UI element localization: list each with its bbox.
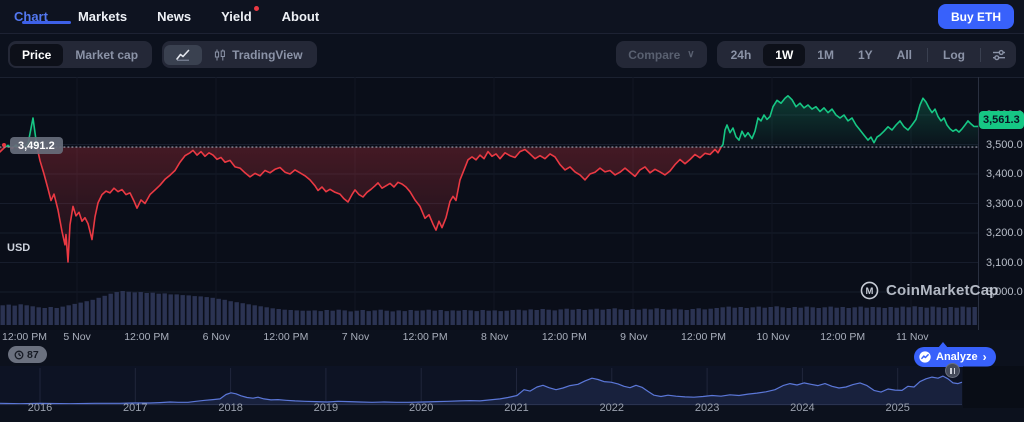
chevron-down-icon: ∨ <box>687 49 694 60</box>
minimap-year-tick: 2017 <box>123 402 147 414</box>
minimap-year-tick: 2024 <box>790 402 814 414</box>
minimap-year-tick: 2022 <box>600 402 624 414</box>
coinmarketcap-logo-icon: M <box>860 281 879 300</box>
baseline-marker-dot <box>2 143 6 147</box>
tab-chart[interactable]: Chart <box>14 9 48 24</box>
range-toggle: 24h 1W 1M 1Y All Log <box>717 41 1016 68</box>
range-24h-button[interactable]: 24h <box>719 44 764 66</box>
minimap-year-tick: 2018 <box>218 402 242 414</box>
minimap-year-tick: 2025 <box>885 402 909 414</box>
compare-dropdown[interactable]: Compare ∨ <box>616 41 706 68</box>
handle-grip <box>954 368 956 374</box>
watermark: M CoinMarketCap <box>860 281 999 300</box>
handle-grip <box>950 368 952 374</box>
yield-notification-dot <box>254 6 259 11</box>
x-axis-tick: 10 Nov <box>756 331 789 343</box>
buy-eth-button[interactable]: Buy ETH <box>938 4 1014 29</box>
x-axis-tick: 6 Nov <box>203 331 230 343</box>
sliders-icon <box>992 49 1006 61</box>
x-axis-tick: 11 Nov <box>896 331 929 343</box>
minimap-drag-handle[interactable] <box>945 363 960 378</box>
tab-yield-label: Yield <box>221 9 252 24</box>
line-chart-icon <box>176 49 190 61</box>
tab-about[interactable]: About <box>282 9 320 24</box>
view-toggle: TradingView <box>162 41 316 68</box>
range-1y-button[interactable]: 1Y <box>846 44 885 66</box>
chart-toolbar-left: Price Market cap TradingView <box>8 41 317 68</box>
tab-news[interactable]: News <box>157 9 191 24</box>
range-all-button[interactable]: All <box>885 44 924 66</box>
metric-price-button[interactable]: Price <box>10 44 63 66</box>
history-count: 87 <box>27 349 39 361</box>
svg-text:M: M <box>866 286 874 297</box>
watermark-text: CoinMarketCap <box>886 282 999 299</box>
chart-settings-button[interactable] <box>984 45 1014 65</box>
analyze-label: Analyze <box>936 351 978 363</box>
compare-label: Compare <box>628 48 680 62</box>
chevron-right-icon: › <box>983 350 987 364</box>
minimap-year-tick: 2023 <box>695 402 719 414</box>
minimap-year-axis: 2016 2017 2018 2019 2020 2021 2022 2023 2024 2025 <box>0 402 1024 415</box>
baseline-price-label: 3,491.2 <box>10 137 63 154</box>
price-chart[interactable] <box>0 77 978 330</box>
tab-yield[interactable]: Yield <box>221 9 252 24</box>
x-axis-tick: 12:00 PM <box>542 331 587 343</box>
current-price-badge: 3,561.3 <box>979 111 1024 129</box>
tab-bar: Chart Markets News Yield About <box>0 0 1024 33</box>
minimap-year-tick: 2019 <box>314 402 338 414</box>
active-tab-underline <box>22 21 71 24</box>
y-axis-tick: 3,400.0 <box>986 168 1023 180</box>
log-scale-button[interactable]: Log <box>931 44 977 66</box>
x-axis-tick: 7 Nov <box>342 331 369 343</box>
minimap-year-tick: 2016 <box>28 402 52 414</box>
x-axis-tick: 9 Nov <box>620 331 647 343</box>
clock-history-icon <box>14 350 24 360</box>
analyze-logo-icon <box>919 351 931 363</box>
chart-toolbar-right: Compare ∨ 24h 1W 1M 1Y All Log <box>616 41 1016 68</box>
metric-toggle: Price Market cap <box>8 41 152 68</box>
line-chart-view-button[interactable] <box>164 45 202 65</box>
x-axis-tick: 12:00 PM <box>681 331 726 343</box>
x-axis-tick: 8 Nov <box>481 331 508 343</box>
y-axis-unit: USD <box>7 242 30 254</box>
y-axis-tick: 3,200.0 <box>986 227 1023 239</box>
x-axis-tick: 12:00 PM <box>124 331 169 343</box>
x-axis-tick: 12:00 PM <box>820 331 865 343</box>
metric-marketcap-button[interactable]: Market cap <box>63 44 150 66</box>
toolbar-divider <box>980 48 981 62</box>
candlestick-icon <box>214 49 226 61</box>
cmc-chart-page: Chart Markets News Yield About Buy ETH P… <box>0 0 1024 422</box>
y-axis-tick: 3,300.0 <box>986 198 1023 210</box>
tradingview-view-button[interactable]: TradingView <box>202 44 314 66</box>
range-1w-button[interactable]: 1W <box>763 44 805 66</box>
x-axis-tick: 5 Nov <box>63 331 90 343</box>
tradingview-label: TradingView <box>232 48 302 62</box>
y-axis-tick: 3,500.0 <box>986 139 1023 151</box>
minimap-year-tick: 2020 <box>409 402 433 414</box>
range-1m-button[interactable]: 1M <box>805 44 846 66</box>
minimap-year-tick: 2021 <box>504 402 528 414</box>
tab-markets[interactable]: Markets <box>78 9 127 24</box>
x-axis-tick: 12:00 PM <box>403 331 448 343</box>
x-axis-tick: 12:00 PM <box>2 331 47 343</box>
y-axis-tick: 3,100.0 <box>986 257 1023 269</box>
x-axis-tick: 12:00 PM <box>263 331 308 343</box>
history-count-badge[interactable]: 87 <box>8 346 47 363</box>
header-nav: Chart Markets News Yield About Buy ETH <box>0 0 1024 34</box>
toolbar-divider <box>927 48 928 62</box>
x-axis: 12:00 PM 5 Nov 12:00 PM 6 Nov 12:00 PM 7 Nov 1… <box>0 331 978 344</box>
